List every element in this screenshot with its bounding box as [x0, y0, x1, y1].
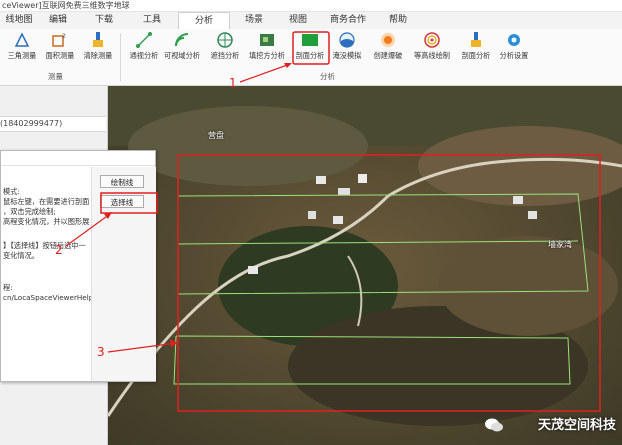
wechat-logo-icon	[485, 418, 503, 432]
watermark: 天茂空间科技	[537, 418, 616, 433]
annotation-overlay	[65, 31, 330, 353]
annotation-number: 2	[55, 243, 63, 257]
annotation-number: 3	[97, 345, 105, 359]
annotation-number: 1	[229, 76, 237, 90]
